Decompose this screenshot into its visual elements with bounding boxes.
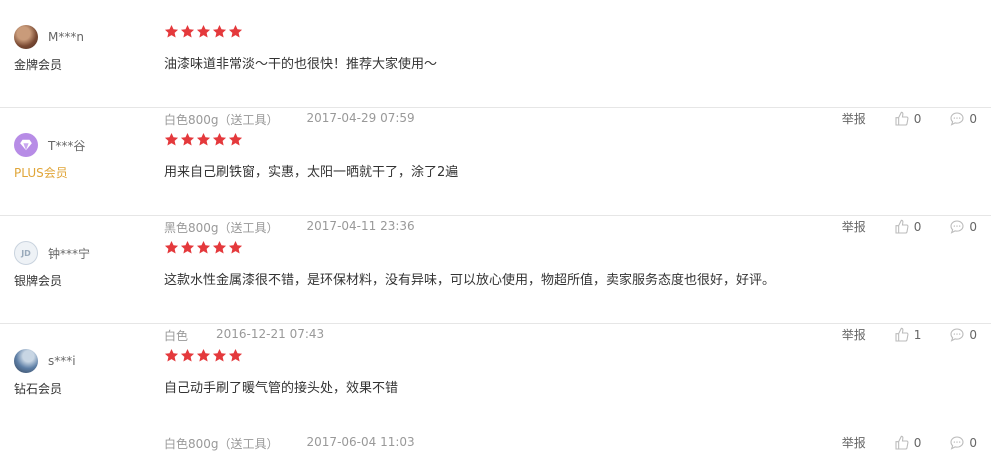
- username[interactable]: T***谷: [48, 137, 85, 154]
- star-icon: [196, 132, 211, 146]
- review-text: 自己动手刷了暖气管的接头处，效果不错: [164, 381, 399, 396]
- review-text: 油漆味道非常淡～干的也很快！推荐大家使用～: [164, 57, 438, 72]
- star-rating: [164, 132, 977, 150]
- like-button[interactable]: 0: [894, 435, 922, 451]
- star-rating: [164, 240, 977, 258]
- comment-button[interactable]: 0: [949, 435, 977, 451]
- review-item: s***i 钻石会员 自己动手刷了暖气管的接头处，效果不错 白色800g（送工具…: [0, 324, 991, 451]
- member-level: 银牌会员: [14, 274, 63, 288]
- star-rating: [164, 24, 977, 42]
- star-icon: [164, 132, 179, 146]
- star-icon: [212, 24, 227, 38]
- comment-icon: [950, 435, 964, 450]
- review-item: T***谷 PLUS会员 用来自己刷铁窗，实惠，太阳一晒就干了，涂了2遍 黑色8…: [0, 108, 991, 235]
- comment-count: 0: [969, 435, 977, 450]
- avatar[interactable]: [14, 133, 38, 157]
- like-count: 0: [913, 435, 922, 450]
- review-text: 用来自己刷铁窗，实惠，太阳一晒就干了，涂了2遍: [164, 165, 459, 180]
- star-rating: [164, 348, 977, 366]
- review-text: 这款水性金属漆很不错，是环保材料，没有异味，可以放心使用，物超所值，卖家服务态度…: [164, 273, 776, 288]
- star-icon: [196, 24, 211, 38]
- username[interactable]: M***n: [48, 30, 84, 44]
- user-info: M***n 金牌会员: [14, 24, 154, 73]
- thumbs-up-icon: [895, 435, 909, 450]
- star-icon: [212, 132, 227, 146]
- avatar[interactable]: [14, 349, 38, 373]
- product-variant: 白色800g（送工具）: [164, 437, 279, 451]
- user-info: JD 钟***宁 银牌会员: [14, 240, 154, 289]
- star-icon: [196, 348, 211, 362]
- star-icon: [164, 24, 179, 38]
- member-level: 钻石会员: [14, 382, 63, 396]
- star-icon: [180, 240, 195, 254]
- report-link[interactable]: 举报: [842, 434, 866, 451]
- star-icon: [196, 240, 211, 254]
- star-icon: [180, 348, 195, 362]
- user-info: T***谷 PLUS会员: [14, 132, 154, 181]
- star-icon: [228, 132, 243, 146]
- star-icon: [228, 240, 243, 254]
- star-icon: [228, 24, 243, 38]
- avatar[interactable]: JD: [14, 241, 38, 265]
- star-icon: [180, 24, 195, 38]
- review-item: M***n 金牌会员 油漆味道非常淡～干的也很快！推荐大家使用～ 白色800g（…: [0, 0, 991, 127]
- star-icon: [228, 348, 243, 362]
- star-icon: [212, 348, 227, 362]
- username[interactable]: 钟***宁: [48, 245, 90, 262]
- star-icon: [164, 240, 179, 254]
- avatar[interactable]: [14, 25, 38, 49]
- user-info: s***i 钻石会员: [14, 348, 154, 397]
- diamond-icon: [20, 139, 32, 151]
- review-list: M***n 金牌会员 油漆味道非常淡～干的也很快！推荐大家使用～ 白色800g（…: [0, 0, 991, 451]
- username[interactable]: s***i: [48, 354, 76, 368]
- member-level: PLUS会员: [14, 166, 68, 180]
- star-icon: [212, 240, 227, 254]
- review-date: 2017-06-04 11:03: [306, 435, 415, 449]
- star-icon: [180, 132, 195, 146]
- member-level: 金牌会员: [14, 58, 63, 72]
- star-icon: [164, 348, 179, 362]
- review-item: JD 钟***宁 银牌会员 这款水性金属漆很不错，是环保材料，没有异味，可以放心…: [0, 216, 991, 343]
